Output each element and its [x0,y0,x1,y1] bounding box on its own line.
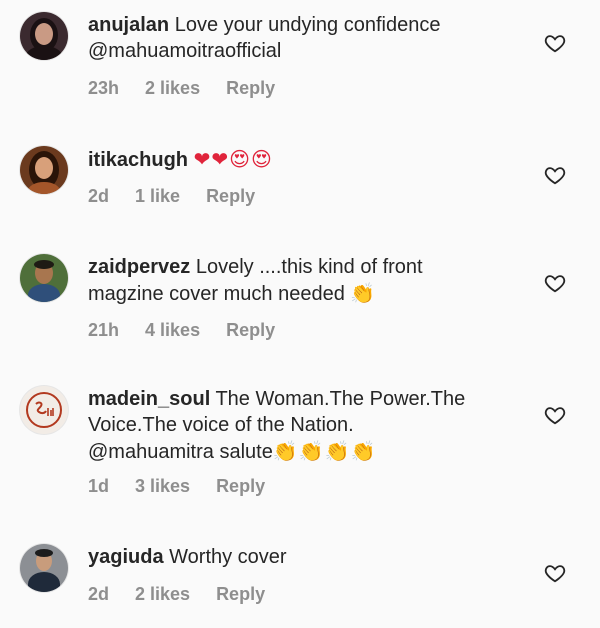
avatar[interactable] [20,386,68,434]
avatar[interactable] [20,146,68,194]
comment-text: Love your undying confidence [174,14,441,36]
comment-body: zaidpervez Lovely ....this kind of front… [88,254,528,307]
reply-button[interactable]: Reply [216,584,265,605]
comment-likes[interactable]: 2 likes [135,584,190,605]
comment-meta: 23h 2 likes Reply [88,78,275,99]
comment-text: Lovely ....this kind of front [195,256,423,278]
comments-list: anujalan Love your undying confidence @m… [0,0,600,628]
comment-meta: 2d 1 like Reply [88,186,255,207]
comment-text: The Woman.The Power.The [215,388,466,410]
comment-mention[interactable]: @mahuamoitraofficial [88,40,281,62]
comment-body: anujalan Love your undying confidence @m… [88,12,528,64]
comment-username[interactable]: anujalan [88,14,169,36]
comment-body: itikachugh ❤❤😍😍 [88,146,528,173]
comment-time[interactable]: 21h [88,320,119,341]
heart-outline-icon[interactable] [544,404,566,426]
comment-username[interactable]: zaidpervez [88,256,190,278]
heart-outline-icon[interactable] [544,164,566,186]
comment-likes[interactable]: 1 like [135,186,180,207]
comment-time[interactable]: 1d [88,476,109,497]
comment-likes[interactable]: 4 likes [145,320,200,341]
comment-time[interactable]: 2d [88,584,109,605]
comment-text: magzine cover much needed [88,283,345,305]
comment-username[interactable]: itikachugh [88,149,188,171]
avatar[interactable] [20,254,68,302]
comment-likes[interactable]: 2 likes [145,78,200,99]
avatar[interactable] [20,12,68,60]
heart-outline-icon[interactable] [544,562,566,584]
reply-button[interactable]: Reply [226,78,275,99]
comment-text: Voice.The voice of the Nation. [88,414,354,436]
clapping-hands-emoji: 👏👏👏👏 [272,439,377,463]
comment-meta: 1d 3 likes Reply [88,476,265,497]
reply-button[interactable]: Reply [206,186,255,207]
comment-username[interactable]: madein_soul [88,388,210,410]
heart-outline-icon[interactable] [544,272,566,294]
reply-button[interactable]: Reply [216,476,265,497]
comment-mention[interactable]: @mahuamitra salute [88,441,273,463]
comment-meta: 21h 4 likes Reply [88,320,275,341]
comment-meta: 2d 2 likes Reply [88,584,265,605]
comment-text: Worthy cover [169,546,287,568]
comment-likes[interactable]: 3 likes [135,476,190,497]
comment-username[interactable]: yagiuda [88,546,164,568]
comment-time[interactable]: 2d [88,186,109,207]
clapping-hands-emoji: 👏 [350,281,377,305]
reply-button[interactable]: Reply [226,320,275,341]
comment-emoji: ❤❤😍😍 [193,147,273,171]
avatar[interactable] [20,544,68,592]
comment-body: yagiuda Worthy cover [88,544,528,570]
comment-body: madein_soul The Woman.The Power.The Voic… [88,386,528,465]
soul-logo-icon [26,392,62,428]
comment-time[interactable]: 23h [88,78,119,99]
heart-outline-icon[interactable] [544,32,566,54]
